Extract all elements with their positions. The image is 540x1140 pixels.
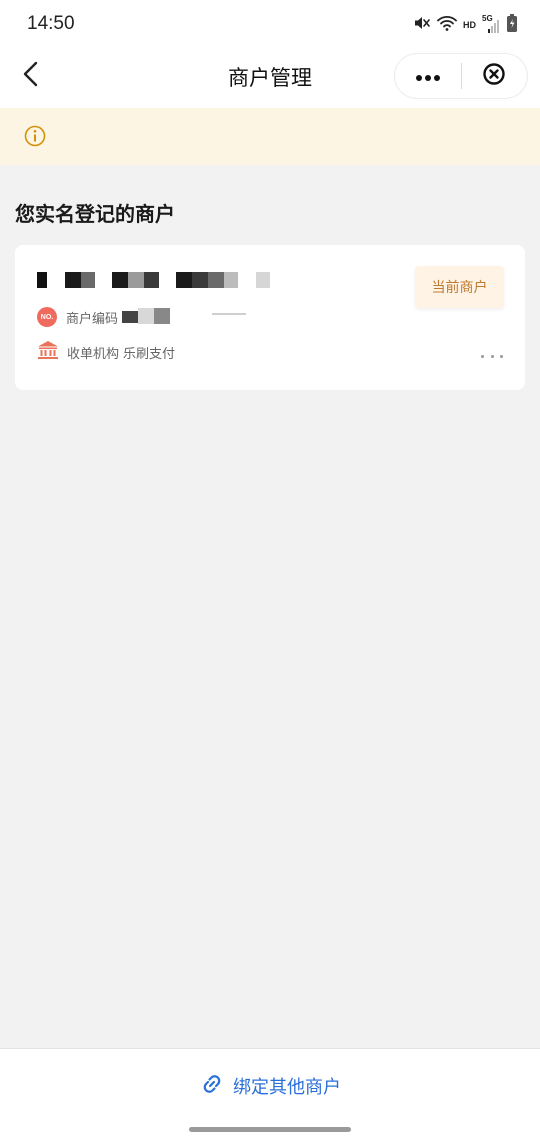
redaction-block xyxy=(128,272,144,288)
redaction-block xyxy=(37,272,47,288)
redaction-block xyxy=(208,272,224,288)
wifi-icon xyxy=(437,14,457,36)
more-icon xyxy=(415,67,441,86)
redaction-block xyxy=(81,272,95,288)
merchant-number-icon: NO. xyxy=(37,307,57,327)
redaction-block xyxy=(192,272,208,288)
info-icon xyxy=(24,125,46,151)
status-icons: HD 5G xyxy=(413,13,518,37)
home-indicator[interactable] xyxy=(189,1127,351,1132)
merchant-code-row: NO. 商户编码 xyxy=(37,306,252,328)
merchant-code-label: 商户编码 xyxy=(66,311,119,327)
redaction-block xyxy=(122,311,139,323)
redaction-block xyxy=(138,308,155,324)
close-circle-icon xyxy=(482,62,506,90)
redaction-block xyxy=(256,272,270,288)
redaction-block xyxy=(176,272,192,288)
nav-bar: 商户管理 xyxy=(0,50,540,108)
status-bar: 14:50 HD 5G xyxy=(0,0,540,50)
redaction-block xyxy=(154,308,171,324)
bind-other-merchant-button[interactable]: 绑定其他商户 xyxy=(0,1071,540,1101)
acquirer-label: 收单机构 xyxy=(67,346,120,362)
redaction-block xyxy=(112,272,128,288)
merchant-name-redacted xyxy=(35,272,285,290)
merchant-card[interactable]: 当前商户 NO. 商户编码 收单机构 乐刷支付 xyxy=(15,245,525,390)
acquirer-value: 乐刷支付 xyxy=(123,346,176,362)
more-dots-icon[interactable] xyxy=(481,349,503,363)
redaction-block xyxy=(144,272,159,288)
more-button[interactable] xyxy=(395,54,461,98)
merchant-code-redacted xyxy=(122,308,252,326)
hd-icon: HD xyxy=(463,20,476,30)
link-icon xyxy=(199,1071,225,1102)
battery-icon xyxy=(506,13,518,37)
redaction-block xyxy=(224,272,238,288)
dot xyxy=(481,354,484,358)
acquirer-row: 收单机构 乐刷支付 xyxy=(37,341,175,363)
redaction-block xyxy=(212,313,247,315)
close-button[interactable] xyxy=(462,54,528,98)
dot xyxy=(490,354,494,358)
bank-icon xyxy=(37,340,59,364)
mini-program-capsule xyxy=(394,53,528,99)
section-title: 您实名登记的商户 xyxy=(15,202,175,226)
status-time: 14:50 xyxy=(27,13,75,34)
redaction-block xyxy=(65,272,81,288)
notice-bar xyxy=(0,108,540,165)
mute-icon xyxy=(413,14,431,36)
dot xyxy=(500,354,503,358)
signal-5g-icon: 5G xyxy=(482,14,500,34)
bind-label: 绑定其他商户 xyxy=(233,1077,341,1098)
current-merchant-badge: 当前商户 xyxy=(415,266,504,308)
